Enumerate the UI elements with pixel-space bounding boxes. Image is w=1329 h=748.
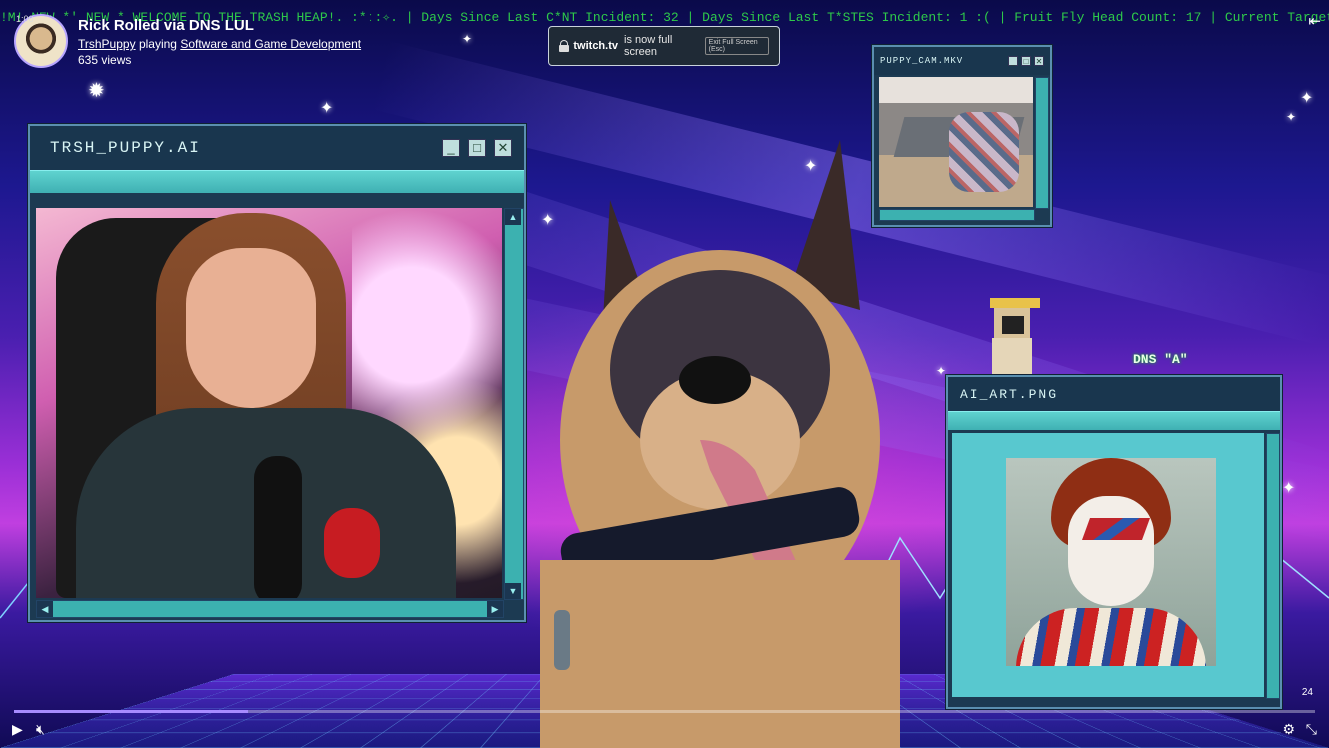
vertical-scrollbar: ▲ ▼: [504, 208, 524, 600]
window-toolbar: [30, 170, 524, 193]
gear-icon[interactable]: ⚙: [1282, 721, 1295, 738]
window-title: AI_ART.PNG: [960, 386, 1059, 402]
sparkle-icon: ✦: [1286, 110, 1297, 124]
video-frame[interactable]: !M! NEW *' NEW * WELCOME TO THE TRASH HE…: [0, 0, 1329, 748]
microphone: [254, 456, 302, 598]
blanket: [949, 112, 1019, 192]
vertical-scrollbar: [1266, 433, 1280, 699]
art-jacket: [1016, 608, 1206, 666]
horizontal-scrollbar: ◀ ▶: [36, 600, 504, 618]
maximize-icon: □: [1021, 56, 1031, 66]
red-mascot-toy: [324, 508, 380, 578]
window-titlebar: TRSH_PUPPY.AI _ □ ✕: [30, 126, 524, 170]
sparkle-icon: ✦: [541, 212, 555, 229]
scroll-left-icon: ◀: [37, 601, 53, 617]
lock-icon: [559, 40, 570, 52]
scroll-down-icon: ▼: [505, 583, 521, 599]
exit-fullscreen-toggle-icon[interactable]: ⤡: [1306, 721, 1317, 738]
notice-text: is now full screen: [624, 34, 673, 58]
view-count: 635 views: [78, 53, 132, 67]
puppy-cam-feed: [879, 77, 1033, 207]
close-icon: ✕: [1034, 56, 1044, 66]
progress-bar[interactable]: [14, 710, 1315, 713]
progress-fill: [14, 710, 249, 713]
frame-counter: 24: [1301, 687, 1313, 698]
video-byline: TrshPuppy playing Software and Game Deve…: [78, 37, 361, 51]
main-cam-window: TRSH_PUPPY.AI _ □ ✕ ▲ ▼ ◀ ▶: [28, 124, 526, 622]
playing-text: playing: [138, 37, 177, 51]
minimize-icon: _: [442, 139, 460, 157]
window-toolbar: [948, 411, 1280, 430]
sparkle-icon: ✦: [804, 158, 818, 175]
play-icon[interactable]: ▶: [12, 721, 23, 738]
player-controls: ▶ 🔇︎ ⚙ ⤡: [0, 702, 1329, 748]
sparkle-icon: ✦: [936, 364, 947, 378]
horizontal-scrollbar: [879, 209, 1035, 221]
pixel-puppy-sprite: [990, 298, 1040, 374]
video-info: 1:00 Rick Rolled via DNS LUL TrshPuppy p…: [14, 14, 361, 68]
vertical-scrollbar: [1035, 77, 1049, 209]
dns-label: DNS "A": [1133, 352, 1188, 367]
window-title: PUPPY_CAM.MKV: [880, 56, 964, 66]
window-titlebar: PUPPY_CAM.MKV _ □ ✕: [874, 47, 1050, 75]
puppy-cam-window: PUPPY_CAM.MKV _ □ ✕: [872, 45, 1052, 227]
window-titlebar: AI_ART.PNG: [948, 377, 1280, 411]
avatar[interactable]: 1:00: [14, 14, 68, 68]
sparkle-icon: ✦: [1300, 90, 1314, 107]
close-icon: ✕: [494, 139, 512, 157]
sparkle-icon: ✦: [462, 32, 473, 46]
mute-icon[interactable]: 🔇︎: [36, 721, 45, 738]
exit-fullscreen-button[interactable]: Exit Full Screen (Esc): [704, 37, 769, 55]
lightning-bolt-icon: [1081, 518, 1151, 540]
exit-fullscreen-icon[interactable]: ⇤: [1308, 12, 1321, 30]
minimize-icon: _: [1008, 56, 1018, 66]
dog-image: [540, 140, 900, 748]
window-title: TRSH_PUPPY.AI: [50, 139, 201, 157]
scroll-right-icon: ▶: [487, 601, 503, 617]
sparkle-icon: ✦: [320, 100, 334, 117]
notice-domain: twitch.tv: [573, 40, 618, 52]
channel-link[interactable]: TrshPuppy: [78, 37, 136, 51]
video-title[interactable]: Rick Rolled via DNS LUL: [78, 17, 361, 34]
streamer-camera: [36, 208, 502, 598]
maximize-icon: □: [468, 139, 486, 157]
video-time: 1:00: [16, 14, 34, 24]
ai-art-portrait: [1006, 458, 1216, 666]
sparkle-icon: ✹: [88, 80, 105, 102]
streamer-face: [186, 248, 316, 408]
fullscreen-notice: twitch.tv is now full screen Exit Full S…: [548, 26, 780, 66]
scroll-up-icon: ▲: [505, 209, 521, 225]
art-face: [1068, 496, 1154, 606]
sparkle-icon: ✦: [1282, 480, 1296, 497]
category-link[interactable]: Software and Game Development: [180, 37, 361, 51]
